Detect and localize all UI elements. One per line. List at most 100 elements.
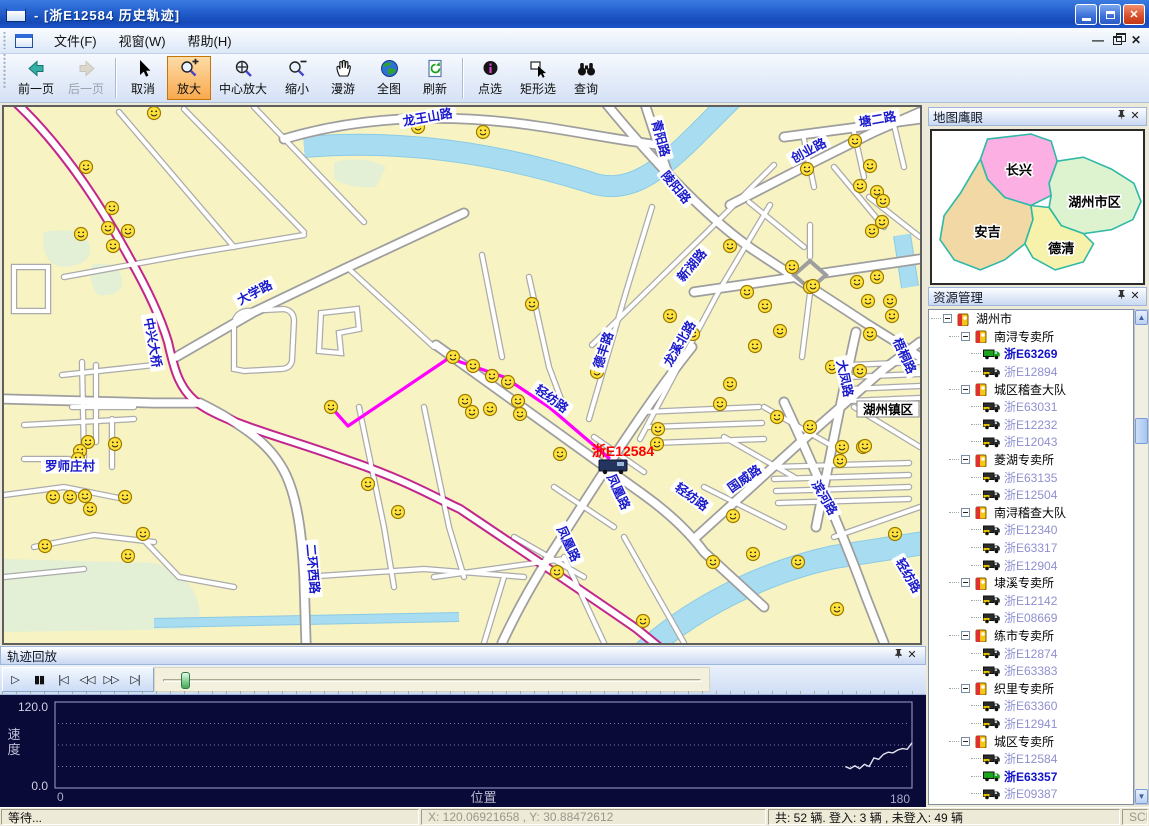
tree-item[interactable]: 埭溪专卖所	[929, 574, 1133, 592]
tree-item[interactable]: 练市专卖所	[929, 627, 1133, 645]
toolbar-button-中心放大[interactable]: 中心放大	[213, 56, 273, 100]
expand-toggle-icon[interactable]	[961, 455, 970, 464]
smiley-marker[interactable]	[864, 328, 877, 341]
toolbar-button-放大[interactable]: 放大	[167, 56, 211, 100]
smiley-marker[interactable]	[714, 398, 727, 411]
mdi-close-button[interactable]: ✕	[1131, 34, 1141, 46]
smiley-marker[interactable]	[362, 478, 375, 491]
smiley-marker[interactable]	[792, 556, 805, 569]
tree-item[interactable]: 浙E08669	[929, 609, 1133, 627]
tree-item[interactable]: 浙E63360	[929, 697, 1133, 715]
smiley-marker[interactable]	[801, 163, 814, 176]
skip-end-button[interactable]: ▷|	[123, 673, 147, 686]
smiley-marker[interactable]	[109, 438, 122, 451]
smiley-marker[interactable]	[747, 548, 760, 561]
smiley-marker[interactable]	[854, 180, 867, 193]
tree-item[interactable]: 南浔专卖所	[929, 328, 1133, 346]
smiley-marker[interactable]	[749, 340, 762, 353]
smiley-marker[interactable]	[122, 550, 135, 563]
expand-toggle-icon[interactable]	[961, 332, 970, 341]
smiley-marker[interactable]	[707, 556, 720, 569]
scroll-up-icon[interactable]: ▲	[1135, 310, 1148, 325]
smiley-marker[interactable]	[741, 286, 754, 299]
tree-item[interactable]: 浙E12142	[929, 592, 1133, 610]
close-icon[interactable]: ✕	[1128, 291, 1142, 302]
pin-icon[interactable]	[891, 648, 905, 663]
close-icon[interactable]: ✕	[1128, 111, 1142, 122]
tree-item[interactable]: 浙E12584	[929, 750, 1133, 768]
pin-icon[interactable]	[1114, 289, 1128, 304]
smiley-marker[interactable]	[637, 615, 650, 628]
smiley-marker[interactable]	[484, 403, 497, 416]
smiley-marker[interactable]	[862, 295, 875, 308]
tree-item[interactable]: 浙E12894	[929, 363, 1133, 381]
pause-button[interactable]: ▮▮	[27, 673, 51, 686]
tree-item[interactable]: 浙E12504	[929, 486, 1133, 504]
tree-item[interactable]: 浙E12874	[929, 644, 1133, 662]
toolbar-button-矩形选[interactable]: 矩形选	[514, 56, 562, 100]
expand-toggle-icon[interactable]	[961, 684, 970, 693]
smiley-marker[interactable]	[807, 280, 820, 293]
tree-item[interactable]: 浙E12043	[929, 433, 1133, 451]
smiley-marker[interactable]	[486, 370, 499, 383]
smiley-marker[interactable]	[724, 378, 737, 391]
menubar-grip[interactable]	[2, 32, 7, 50]
smiley-marker[interactable]	[877, 195, 890, 208]
smiley-marker[interactable]	[771, 411, 784, 424]
skip-start-button[interactable]: |◁	[51, 673, 75, 686]
smiley-marker[interactable]	[512, 395, 525, 408]
tree-item[interactable]: 浙E12340	[929, 521, 1133, 539]
smiley-marker[interactable]	[727, 510, 740, 523]
close-icon[interactable]: ✕	[905, 650, 919, 661]
menu-file[interactable]: 文件(F)	[43, 28, 108, 53]
play-button[interactable]: ▷	[3, 673, 27, 686]
smiley-marker[interactable]	[724, 240, 737, 253]
restore-button[interactable]	[1099, 4, 1121, 25]
tree-item[interactable]: 浙E09387	[929, 785, 1133, 803]
smiley-marker[interactable]	[866, 225, 879, 238]
expand-toggle-icon[interactable]	[943, 314, 952, 323]
menu-help[interactable]: 帮助(H)	[177, 28, 243, 53]
smiley-marker[interactable]	[137, 528, 150, 541]
smiley-marker[interactable]	[849, 135, 862, 148]
smiley-marker[interactable]	[39, 540, 52, 553]
smiley-marker[interactable]	[107, 240, 120, 253]
smiley-marker[interactable]	[467, 360, 480, 373]
smiley-marker[interactable]	[851, 276, 864, 289]
smiley-marker[interactable]	[526, 298, 539, 311]
smiley-marker[interactable]	[859, 440, 872, 453]
tree-item[interactable]: 城区专卖所	[929, 732, 1133, 750]
expand-toggle-icon[interactable]	[961, 578, 970, 587]
smiley-marker[interactable]	[47, 491, 60, 504]
minimize-button[interactable]	[1075, 4, 1097, 25]
tree-item[interactable]: 菱湖专卖所	[929, 451, 1133, 469]
forward-button[interactable]: ▷▷	[99, 673, 123, 686]
toolbar-button-前一页[interactable]: 前一页	[12, 56, 60, 100]
smiley-marker[interactable]	[551, 566, 564, 579]
tree-scrollbar[interactable]: ▲ ▼	[1134, 309, 1149, 805]
toolbar-button-漫游[interactable]: 漫游	[321, 56, 365, 100]
smiley-marker[interactable]	[554, 448, 567, 461]
map-canvas[interactable]: 龙王山路青阳路陵阳路创业路塘二路新湖路德丰路龙溪北路大学路中兴大桥二环西路轻纺路…	[4, 107, 920, 643]
smiley-marker[interactable]	[84, 503, 97, 516]
playback-slider[interactable]	[154, 667, 710, 692]
smiley-marker[interactable]	[106, 202, 119, 215]
smiley-marker[interactable]	[75, 228, 88, 241]
expand-toggle-icon[interactable]	[961, 737, 970, 746]
smiley-marker[interactable]	[864, 160, 877, 173]
eagle-eye-map[interactable]: 长兴湖州市区安吉德清	[930, 129, 1145, 285]
tree-item[interactable]: 南浔稽查大队	[929, 504, 1133, 522]
document-window-icon[interactable]	[15, 34, 33, 48]
smiley-marker[interactable]	[392, 506, 405, 519]
smiley-marker[interactable]	[871, 271, 884, 284]
close-button[interactable]: ✕	[1123, 4, 1145, 25]
smiley-marker[interactable]	[786, 261, 799, 274]
smiley-marker[interactable]	[447, 351, 460, 364]
tree-item[interactable]: 浙E63269	[929, 345, 1133, 363]
toolbar-button-取消[interactable]: 取消	[121, 56, 165, 100]
smiley-marker[interactable]	[804, 421, 817, 434]
smiley-marker[interactable]	[854, 365, 867, 378]
smiley-marker[interactable]	[664, 310, 677, 323]
menu-view[interactable]: 视窗(W)	[108, 28, 177, 53]
smiley-marker[interactable]	[64, 491, 77, 504]
